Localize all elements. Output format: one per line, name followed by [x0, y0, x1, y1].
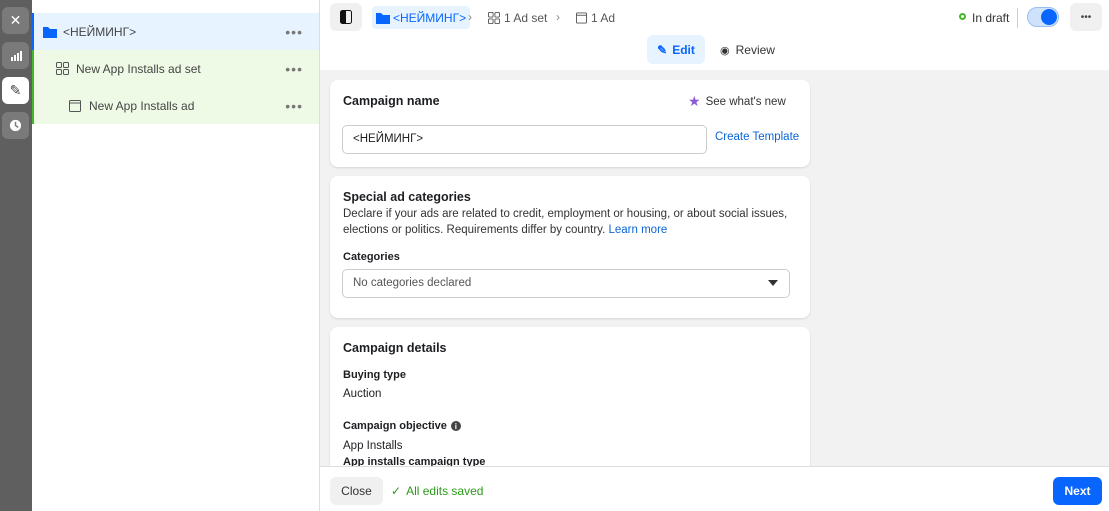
breadcrumb-campaign[interactable]: <НЕЙМИНГ> — [372, 6, 471, 29]
more-icon[interactable]: ••• — [285, 61, 303, 77]
ad-icon — [69, 99, 81, 112]
sidebar-icon — [340, 10, 352, 24]
card-title: Campaign name — [343, 94, 440, 108]
pencil-icon: ✎ — [9, 82, 22, 98]
card-title: Campaign details — [343, 341, 447, 355]
edit-button[interactable]: ✎ — [2, 77, 29, 104]
caret-down-icon — [768, 280, 778, 286]
folder-icon — [43, 26, 57, 38]
status-text: In draft — [972, 11, 1010, 25]
breadcrumb-adset-label: 1 Ad set — [504, 11, 548, 25]
save-status: ✓ All edits saved — [391, 484, 483, 498]
whats-new-link[interactable]: ★ See what's new — [688, 93, 786, 110]
chart-icon — [10, 50, 22, 61]
card-title: Special ad categories — [343, 190, 471, 204]
adset-label: New App Installs ad set — [76, 61, 201, 76]
categories-label: Categories — [343, 251, 400, 263]
grid-icon — [56, 62, 69, 75]
more-options-button[interactable]: ••• — [1070, 3, 1102, 31]
tab-edit[interactable]: ✎ Edit — [647, 35, 705, 64]
eye-icon: ◉ — [720, 44, 730, 57]
save-status-label: All edits saved — [406, 484, 484, 498]
special-ad-categories-card: Special ad categories Declare if your ad… — [330, 176, 810, 318]
breadcrumb-ad-label: 1 Ad — [591, 11, 616, 25]
chevron-right-icon: › — [468, 10, 472, 24]
breadcrumb-ad[interactable]: 1 Ad — [576, 11, 615, 25]
tree-item-adset[interactable]: New App Installs ad set ••• — [32, 50, 319, 87]
history-button[interactable] — [2, 112, 29, 139]
ad-icon — [576, 12, 587, 24]
buying-type-value: Auction — [343, 388, 382, 400]
close-button[interactable]: Close — [330, 477, 383, 505]
breadcrumb-adset[interactable]: 1 Ad set — [488, 11, 547, 25]
check-icon: ✓ — [391, 484, 402, 498]
ad-label: New App Installs ad — [89, 98, 195, 113]
campaign-name-input[interactable]: <НЕЙМИНГ> — [342, 125, 707, 154]
campaign-type-label: App installs campaign type — [343, 456, 486, 466]
close-button[interactable]: ✕ — [2, 7, 29, 34]
buying-type-label: Buying type — [343, 369, 406, 381]
whats-new-label: See what's new — [705, 95, 786, 108]
objective-value: App Installs — [343, 440, 403, 452]
pencil-icon: ✎ — [657, 42, 668, 57]
left-rail: ✕ ✎ — [0, 0, 32, 511]
learn-more-link[interactable]: Learn more — [608, 224, 667, 236]
reporting-button[interactable] — [2, 42, 29, 69]
close-icon: ✕ — [9, 12, 22, 28]
campaign-name-card: Campaign name ★ See what's new <НЕЙМИНГ> … — [330, 80, 810, 167]
campaign-details-card: Campaign details Buying type Auction Cam… — [330, 327, 810, 466]
tab-review[interactable]: ◉ Review — [720, 43, 775, 57]
editor-content: Campaign name ★ See what's new <НЕЙМИНГ> … — [320, 70, 1109, 466]
create-template-link[interactable]: Create Template — [715, 131, 799, 143]
categories-value: No categories declared — [353, 277, 472, 289]
header: <НЕЙМИНГ> › 1 Ad set › 1 Ad In draft •••… — [320, 0, 1109, 70]
star-icon: ★ — [688, 93, 701, 109]
info-icon[interactable]: i — [450, 421, 461, 431]
tree-item-campaign[interactable]: <НЕЙМИНГ> ••• — [32, 13, 319, 50]
more-icon[interactable]: ••• — [285, 24, 303, 40]
chevron-right-icon: › — [556, 10, 560, 24]
toggle-sidebar-button[interactable] — [330, 3, 362, 31]
clock-icon — [9, 119, 22, 132]
campaign-toggle[interactable] — [1027, 7, 1059, 27]
grid-icon — [488, 12, 500, 24]
campaign-label: <НЕЙМИНГ> — [63, 24, 137, 39]
breadcrumb-campaign-label: <НЕЙМИНГ> — [393, 10, 467, 25]
folder-icon — [376, 12, 390, 24]
more-icon[interactable]: ••• — [285, 98, 303, 114]
next-button[interactable]: Next — [1053, 477, 1102, 505]
status-dot-icon — [959, 13, 966, 20]
footer: Close ✓ All edits saved Next — [320, 466, 1109, 511]
tab-review-label: Review — [735, 43, 775, 57]
divider — [1017, 8, 1018, 28]
categories-dropdown[interactable]: No categories declared — [342, 269, 790, 298]
description: Declare if your ads are related to credi… — [343, 208, 788, 236]
campaign-tree: <НЕЙМИНГ> ••• New App Installs ad set ••… — [32, 0, 320, 511]
tree-item-ad[interactable]: New App Installs ad ••• — [32, 87, 319, 124]
objective-label: Campaign objective — [343, 420, 447, 432]
tab-edit-label: Edit — [672, 42, 695, 57]
